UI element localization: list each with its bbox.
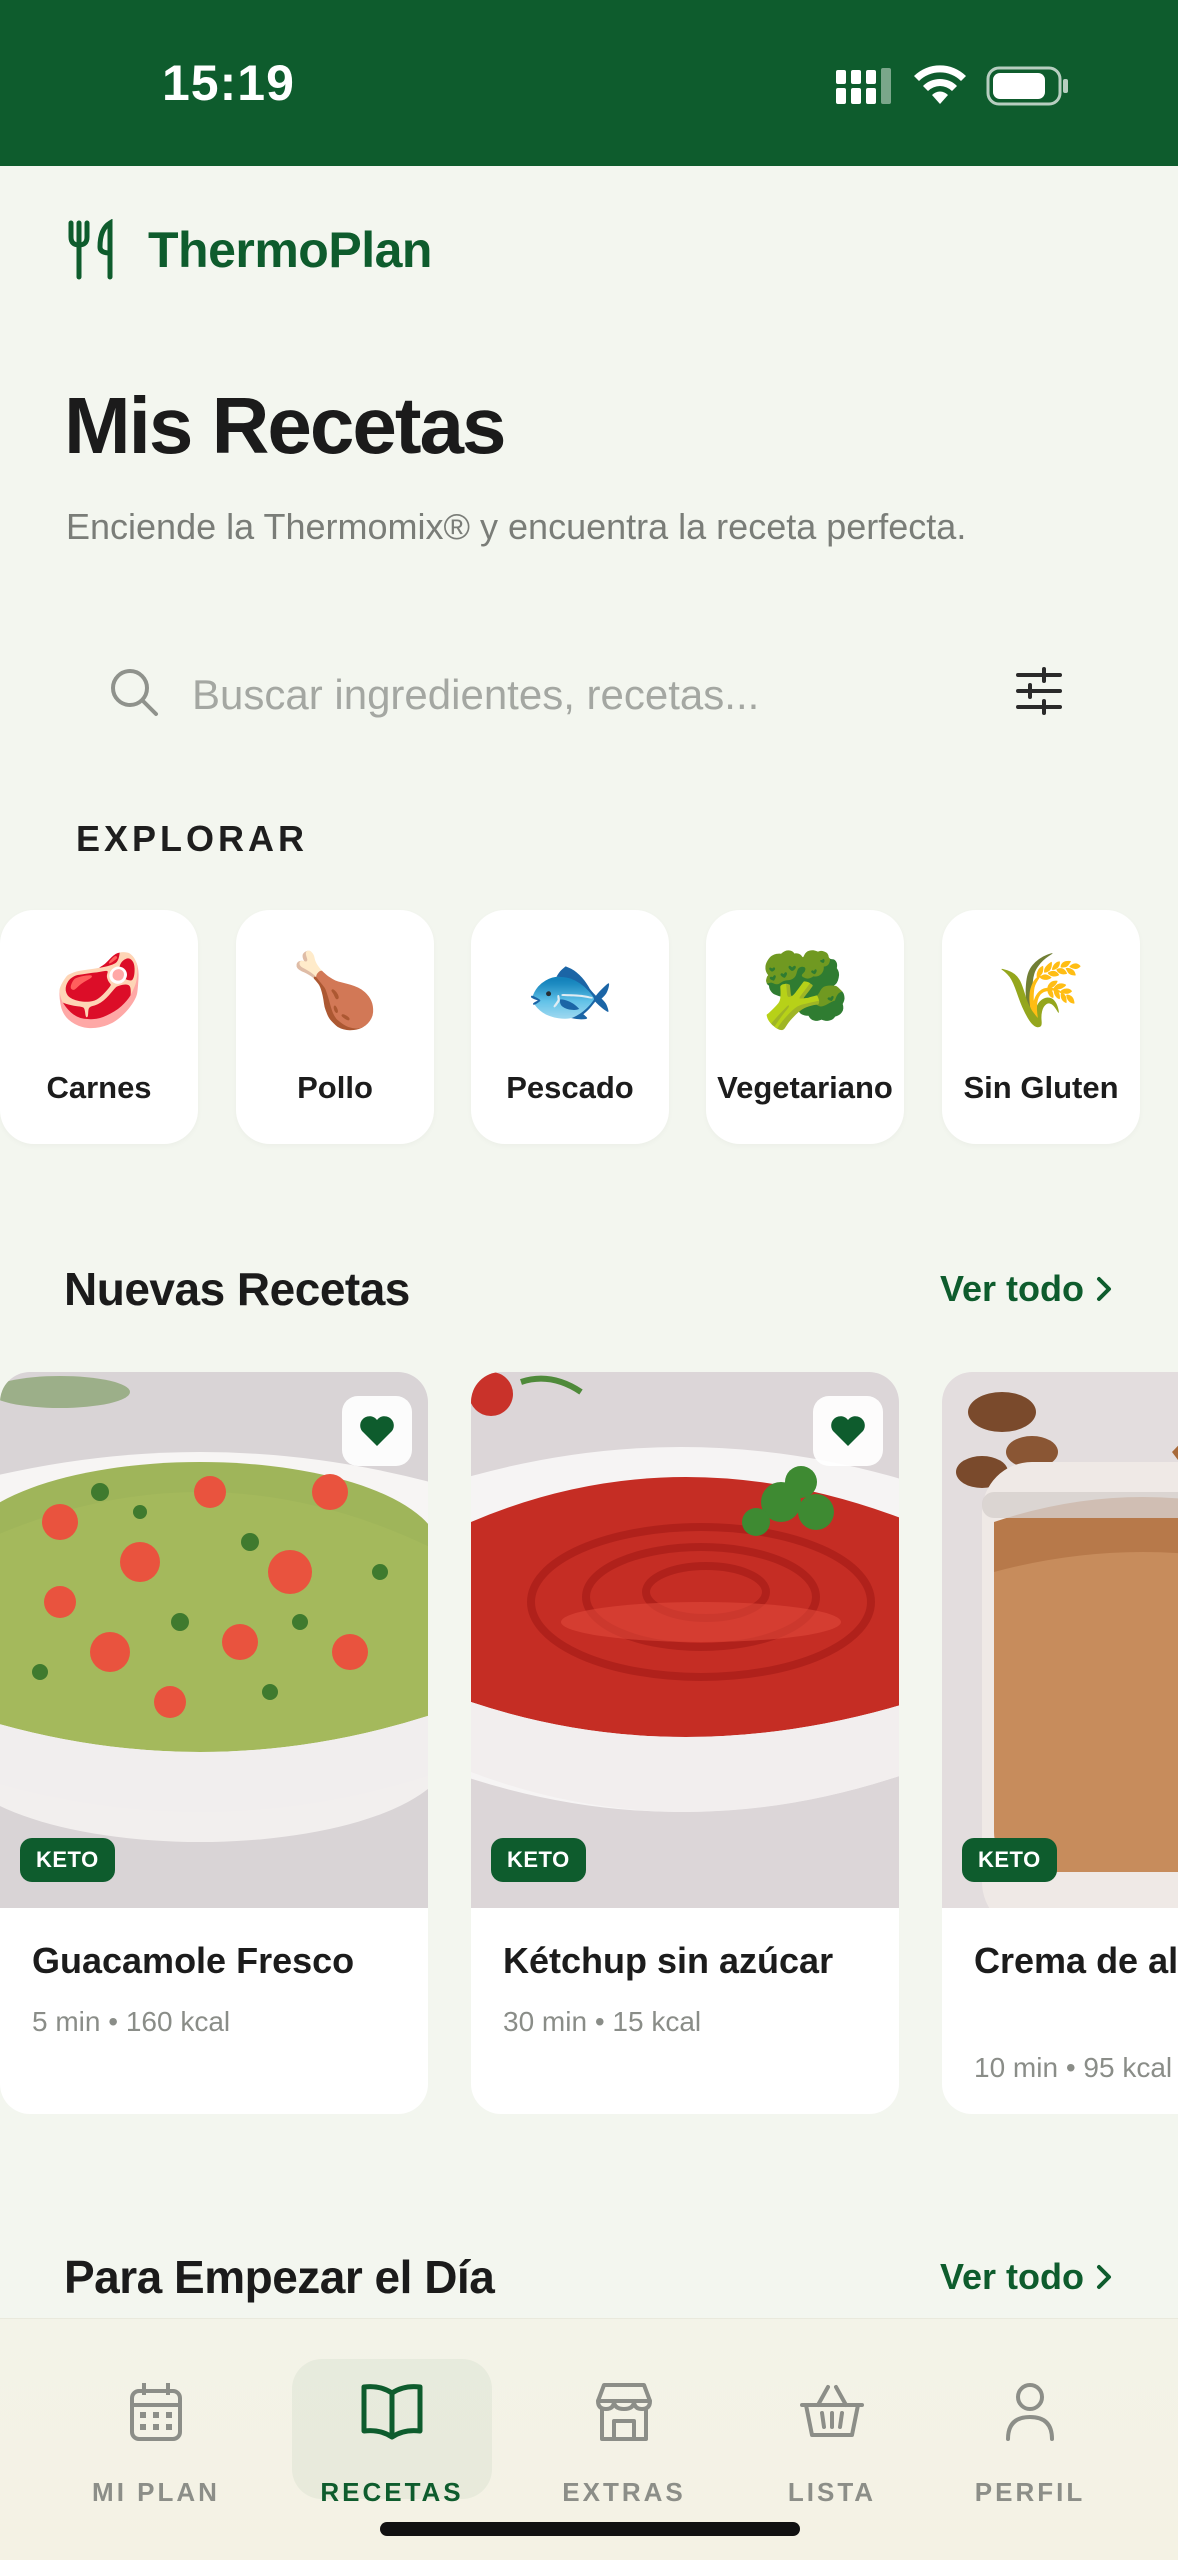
new-recipes-header: Nuevas Recetas Ver todo — [64, 1262, 1114, 1322]
see-all-link[interactable]: Ver todo — [940, 2256, 1114, 2298]
category-carnes[interactable]: 🥩 Carnes — [0, 910, 198, 1144]
see-all-link[interactable]: Ver todo — [940, 1268, 1114, 1310]
home-indicator — [380, 2522, 800, 2536]
see-all-label: Ver todo — [939, 2256, 1084, 2297]
favorite-button[interactable] — [813, 1396, 883, 1466]
chicken-leg-icon: 🍗 — [290, 948, 380, 1032]
category-vegetariano[interactable]: 🥦 Vegetariano — [706, 910, 904, 1144]
diet-badge: KETO — [20, 1838, 115, 1882]
category-label: Carnes — [46, 1070, 152, 1105]
tab-recetas[interactable]: RECETAS — [292, 2359, 492, 2507]
heart-icon — [831, 1416, 865, 1446]
explore-label: EXPLORAR — [76, 818, 309, 859]
breakfast-header: Para Empezar el Día Ver todo — [64, 2250, 1114, 2310]
recipe-meta: 10 min • 95 kcal — [974, 2052, 1173, 2083]
brand-header: ThermoPlan — [66, 219, 432, 280]
tab-extras[interactable]: EXTRAS — [524, 2359, 724, 2507]
tab-mi-plan[interactable]: MI PLAN — [56, 2359, 256, 2507]
tab-label: RECETAS — [320, 2477, 464, 2507]
chevron-right-icon — [1097, 2265, 1111, 2289]
search-icon — [111, 669, 158, 716]
recipes-screen: 15:19 ThermoPlan Mis Recetas Enciende la… — [0, 0, 1178, 2560]
recipe-image: KETO — [0, 1372, 428, 1908]
section-title: Nuevas Recetas — [64, 1263, 410, 1315]
tab-lista[interactable]: LISTA — [732, 2359, 932, 2507]
recipe-card[interactable]: KETO Crema de almendras 10 min • 95 kcal — [942, 1372, 1178, 2114]
recipe-image: KETO — [942, 1372, 1178, 1908]
heart-icon — [360, 1416, 394, 1446]
diet-badge: KETO — [962, 1838, 1057, 1882]
chevron-right-icon — [1097, 1277, 1111, 1301]
recipe-name: Guacamole Fresco — [32, 1940, 355, 1981]
store-icon — [596, 2383, 652, 2441]
fish-icon: 🐟 — [525, 948, 615, 1032]
tab-label: MI PLAN — [92, 2477, 220, 2507]
book-icon — [361, 2384, 423, 2440]
favorite-button[interactable] — [342, 1396, 412, 1466]
recipe-meta: 30 min • 15 kcal — [503, 2006, 702, 2037]
category-label: Vegetariano — [717, 1070, 893, 1105]
recipe-carousel: KETO Guacamole Fresco 5 min • 160 kcal K… — [0, 1372, 1178, 2116]
meat-icon: 🥩 — [54, 948, 144, 1032]
broccoli-icon: 🥦 — [760, 948, 850, 1032]
page-title: Mis Recetas — [64, 381, 506, 470]
category-pollo[interactable]: 🍗 Pollo — [236, 910, 434, 1144]
recipe-card[interactable]: KETO Guacamole Fresco 5 min • 160 kcal — [0, 1372, 428, 2114]
tab-label: LISTA — [787, 2477, 877, 2507]
category-label: Sin Gluten — [963, 1070, 1119, 1105]
status-bar: 15:19 — [0, 0, 1178, 166]
wheat-icon: 🌾 — [996, 948, 1086, 1032]
calendar-icon — [130, 2383, 182, 2441]
category-pescado[interactable]: 🐟 Pescado — [471, 910, 669, 1144]
signal-icon — [836, 68, 891, 104]
battery-icon — [986, 66, 1068, 106]
recipe-image: KETO — [471, 1372, 899, 1908]
wifi-icon — [914, 65, 966, 104]
tab-perfil[interactable]: PERFIL — [930, 2359, 1130, 2507]
category-label: Pollo — [297, 1070, 373, 1105]
recipe-card[interactable]: KETO Kétchup sin azúcar 30 min • 15 kcal — [471, 1372, 899, 2114]
category-sin-gluten[interactable]: 🌾 Sin Gluten — [942, 910, 1140, 1144]
basket-icon — [800, 2385, 864, 2437]
tab-label: PERFIL — [974, 2477, 1086, 2507]
search-input[interactable] — [192, 660, 992, 730]
fork-knife-icon — [68, 219, 113, 280]
status-time: 15:19 — [162, 55, 295, 111]
tab-label: EXTRAS — [562, 2477, 686, 2507]
user-icon — [1006, 2383, 1054, 2441]
category-list: 🥩 Carnes 🍗 Pollo 🐟 Pescado 🥦 Vegetariano… — [0, 910, 1178, 1146]
filter-sliders-icon[interactable] — [1014, 666, 1064, 716]
section-title: Para Empezar el Día — [64, 2251, 495, 2303]
recipe-name: Crema de almendras — [974, 1940, 1178, 1981]
category-label: Pescado — [506, 1070, 634, 1105]
search-bar — [64, 630, 1114, 760]
diet-badge: KETO — [491, 1838, 586, 1882]
recipe-name: Kétchup sin azúcar — [503, 1940, 834, 1981]
brand-name: ThermoPlan — [148, 222, 432, 278]
page-subtitle: Enciende la Thermomix® y encuentra la re… — [66, 506, 967, 547]
recipe-meta: 5 min • 160 kcal — [32, 2006, 231, 2037]
see-all-label: Ver todo — [939, 1268, 1084, 1309]
